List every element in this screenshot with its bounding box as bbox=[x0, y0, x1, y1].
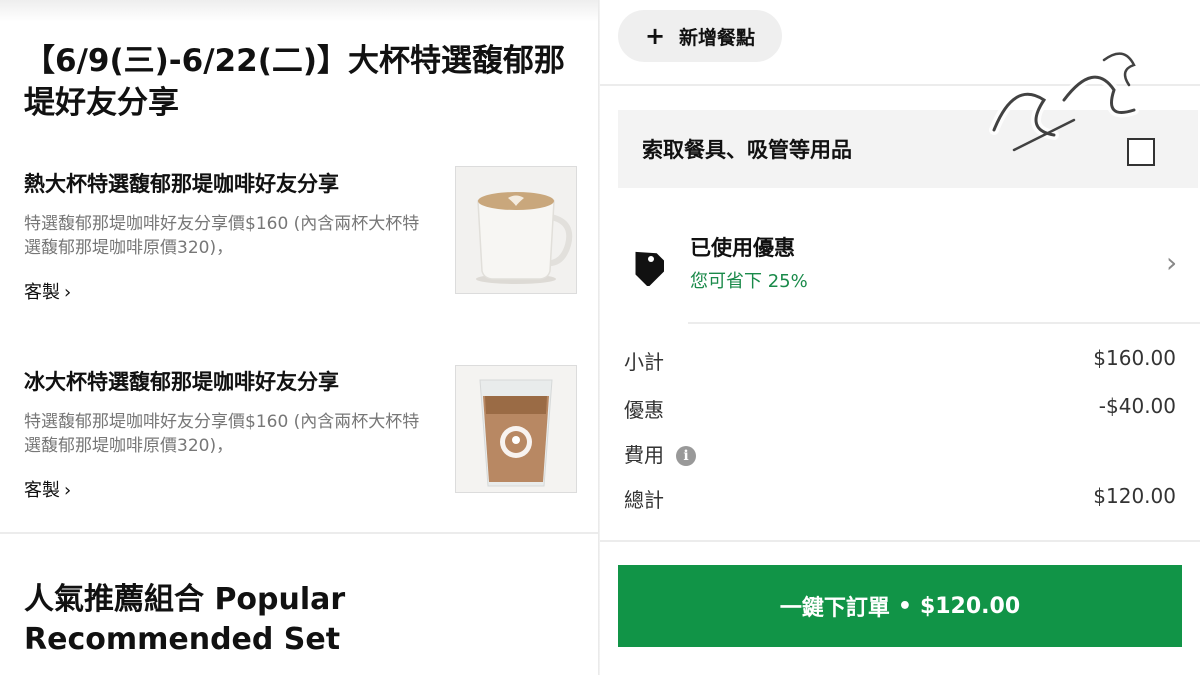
discount-label: 優惠 bbox=[624, 398, 664, 422]
iced-latte-image[interactable] bbox=[455, 365, 577, 493]
place-order-button[interactable]: 一鍵下訂單 • $120.00 bbox=[618, 565, 1182, 647]
promotion-title: 已使用優惠 bbox=[690, 236, 795, 260]
menu-item-description: 特選馥郁那堤咖啡好友分享價$160 (內含兩杯大杯特選馥郁那堤咖啡原價320)， bbox=[24, 412, 420, 456]
customize-link[interactable]: 客製 › bbox=[24, 476, 71, 502]
menu-panel: 【6/9(三)-6/22(二)】大杯特選馥郁那堤好友分享 熱大杯特選馥郁那堤咖啡… bbox=[0, 0, 600, 675]
add-item-button[interactable]: + 新增餐點 bbox=[618, 10, 782, 62]
chevron-right-icon: › bbox=[1166, 246, 1178, 279]
chevron-right-icon: › bbox=[64, 480, 72, 501]
promo-section-title: 【6/9(三)-6/22(二)】大杯特選馥郁那堤好友分享 bbox=[24, 43, 566, 121]
chevron-right-icon: › bbox=[64, 282, 72, 303]
customize-label: 客製 bbox=[24, 282, 60, 303]
divider bbox=[688, 322, 1200, 324]
top-shade bbox=[0, 0, 600, 22]
fee-label: 費用 bbox=[624, 443, 664, 467]
subtotal-value: $160.00 bbox=[1093, 346, 1176, 370]
popular-set-section-title: 人氣推薦組合 Popular Recommended Set bbox=[24, 582, 346, 657]
fee-label-wrap: 費用 i bbox=[624, 439, 696, 468]
separator-dot: • bbox=[897, 593, 912, 619]
fee-row: 費用 i bbox=[600, 439, 1200, 471]
hot-latte-mug-illustration bbox=[456, 167, 576, 293]
menu-item-description: 特選馥郁那堤咖啡好友分享價$160 (內含兩杯大杯特選馥郁那堤咖啡原價320)， bbox=[24, 214, 420, 258]
total-row: 總計 $120.00 bbox=[600, 484, 1200, 516]
divider bbox=[600, 540, 1200, 542]
total-label: 總計 bbox=[624, 488, 664, 512]
menu-item-name: 冰大杯特選馥郁那堤咖啡好友分享 bbox=[24, 370, 339, 394]
tag-icon bbox=[624, 246, 670, 290]
iced-latte-cup-illustration bbox=[456, 366, 576, 492]
subtotal-row: 小計 $160.00 bbox=[600, 346, 1200, 378]
total-value: $120.00 bbox=[1093, 484, 1176, 508]
info-icon[interactable]: i bbox=[676, 446, 696, 466]
utensils-label: 索取餐具、吸管等用品 bbox=[642, 138, 852, 162]
promotion-row[interactable]: 已使用優惠 您可省下 25% › bbox=[600, 210, 1200, 320]
menu-item-name: 熱大杯特選馥郁那堤咖啡好友分享 bbox=[24, 172, 339, 196]
plus-icon: + bbox=[644, 22, 666, 50]
discount-value: -$40.00 bbox=[1098, 394, 1176, 418]
watermark-logo bbox=[989, 52, 1139, 152]
section-divider bbox=[0, 532, 600, 534]
promotion-savings: 您可省下 25% bbox=[690, 271, 808, 292]
add-item-label: 新增餐點 bbox=[679, 26, 756, 49]
place-order-amount: $120.00 bbox=[919, 593, 1021, 619]
hot-latte-image[interactable] bbox=[455, 166, 577, 294]
customize-label: 客製 bbox=[24, 480, 60, 501]
customize-link[interactable]: 客製 › bbox=[24, 278, 71, 304]
subtotal-label: 小計 bbox=[624, 350, 664, 374]
place-order-label: 一鍵下訂單 bbox=[779, 596, 890, 621]
discount-row: 優惠 -$40.00 bbox=[600, 394, 1200, 426]
